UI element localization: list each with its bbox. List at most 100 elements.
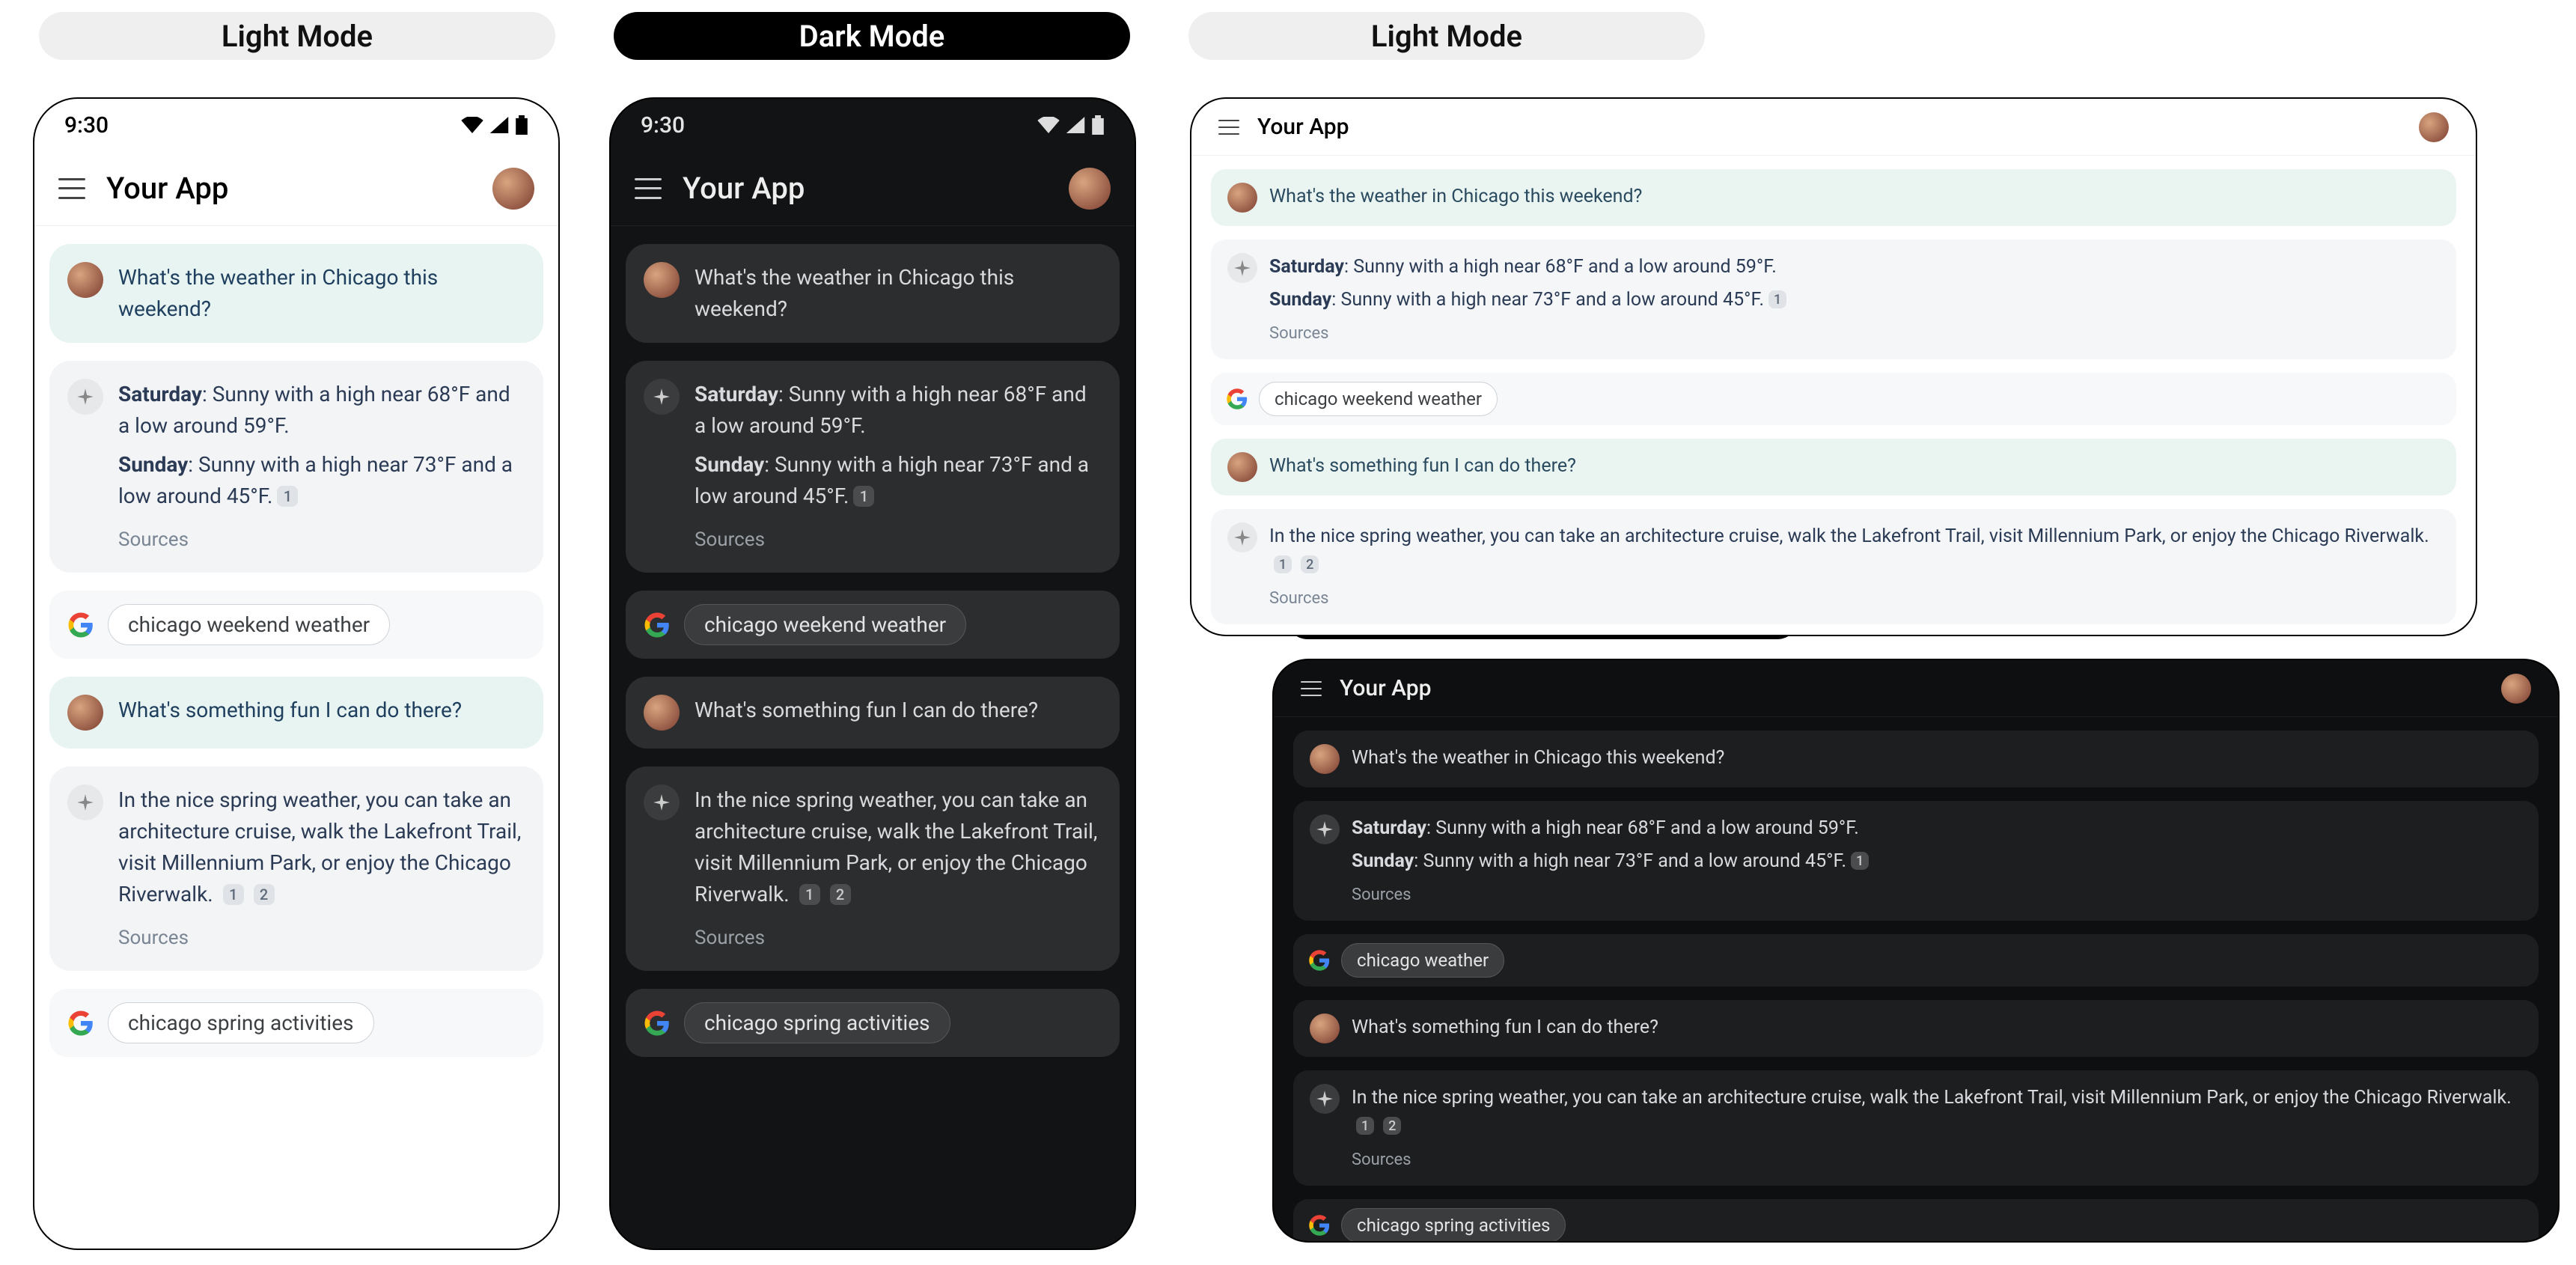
google-logo-icon	[67, 1010, 94, 1037]
google-logo-icon	[1308, 949, 1331, 972]
sources-link[interactable]: Sources	[118, 525, 525, 555]
user-message-text: What's something fun I can do there?	[1269, 452, 2440, 481]
search-chip[interactable]: chicago weekend weather	[1259, 382, 1498, 416]
spark-icon	[1310, 1084, 1340, 1114]
google-logo-icon	[644, 1010, 671, 1037]
sources-link[interactable]: Sources	[695, 924, 1102, 953]
citation-badge[interactable]: 1	[1851, 852, 1869, 870]
menu-icon[interactable]	[635, 178, 662, 199]
app-bar: Your App	[34, 151, 558, 226]
app-title: Your App	[683, 171, 1048, 206]
app-bar: Your App	[611, 151, 1135, 226]
cell-signal-icon	[1066, 117, 1085, 133]
search-chip-row: chicago spring activities	[1293, 1199, 2539, 1243]
user-message-text: What's the weather in Chicago this weeke…	[695, 262, 1102, 325]
citation-badge[interactable]: 1	[277, 486, 298, 507]
sources-link[interactable]: Sources	[1269, 321, 2440, 346]
user-avatar	[67, 695, 103, 731]
search-chip-row: chicago weekend weather	[626, 591, 1120, 659]
assistant-message-text: In the nice spring weather, you can take…	[118, 784, 525, 953]
profile-avatar[interactable]	[492, 168, 534, 210]
search-chip-row: chicago weekend weather	[1211, 373, 2456, 425]
search-chip-row: chicago spring activities	[49, 989, 543, 1057]
sources-link[interactable]: Sources	[695, 525, 1102, 555]
google-logo-icon	[1308, 1214, 1331, 1237]
battery-icon	[1091, 115, 1105, 135]
google-logo-icon	[1226, 388, 1248, 410]
app-title: Your App	[106, 171, 471, 206]
citation-badge[interactable]: 1	[223, 884, 244, 905]
spark-icon	[67, 784, 103, 820]
sources-link[interactable]: Sources	[118, 924, 525, 953]
sources-link[interactable]: Sources	[1352, 1147, 2522, 1172]
user-avatar	[644, 695, 680, 731]
citation-badge[interactable]: 1	[853, 486, 874, 507]
assistant-message-text: Saturday: Sunny with a high near 68°F an…	[1352, 814, 2522, 907]
menu-icon[interactable]	[1301, 681, 1322, 696]
search-chip[interactable]: chicago weekend weather	[108, 604, 390, 645]
citation-badge[interactable]: 1	[1274, 555, 1292, 573]
user-message: What's something fun I can do there?	[626, 677, 1120, 749]
assistant-message: In the nice spring weather, you can take…	[1293, 1070, 2539, 1186]
sources-link[interactable]: Sources	[1352, 883, 2522, 907]
assistant-message: In the nice spring weather, you can take…	[626, 766, 1120, 971]
search-chip-row: chicago spring activities	[626, 989, 1120, 1057]
app-bar: Your App	[1191, 99, 2476, 156]
menu-icon[interactable]	[1218, 120, 1239, 135]
mode-label-light-2: Light Mode	[1188, 12, 1705, 60]
sources-link[interactable]: Sources	[1269, 586, 2440, 611]
citation-badge[interactable]: 1	[1768, 290, 1786, 308]
user-message: What's the weather in Chicago this weeke…	[1293, 731, 2539, 787]
assistant-message-text: Saturday: Sunny with a high near 68°F an…	[118, 379, 525, 555]
assistant-message: Saturday: Sunny with a high near 68°F an…	[1211, 240, 2456, 359]
mode-label-light-1: Light Mode	[39, 12, 555, 60]
user-message: What's the weather in Chicago this weeke…	[49, 244, 543, 343]
user-avatar	[1227, 183, 1257, 213]
assistant-message-text: In the nice spring weather, you can take…	[1269, 522, 2440, 611]
wifi-icon	[461, 117, 483, 133]
spark-icon	[1227, 253, 1257, 283]
user-message: What's the weather in Chicago this weeke…	[1211, 169, 2456, 226]
chat-area: What's the weather in Chicago this weeke…	[34, 226, 558, 1075]
user-message-text: What's something fun I can do there?	[118, 695, 525, 726]
assistant-message-text: In the nice spring weather, you can take…	[1352, 1084, 2522, 1172]
search-chip[interactable]: chicago weather	[1341, 943, 1504, 978]
citation-badge[interactable]: 2	[254, 884, 275, 905]
user-message-text: What's the weather in Chicago this weeke…	[1352, 744, 2522, 772]
user-avatar	[1227, 452, 1257, 482]
citation-badge[interactable]: 1	[1356, 1117, 1374, 1135]
chat-area: What's the weather in Chicago this weeke…	[1191, 156, 2476, 636]
search-chip[interactable]: chicago spring activities	[684, 1002, 950, 1043]
phone-dark-frame: 9:30 Your App What's the weather in Chic…	[609, 97, 1136, 1250]
chat-area: What's the weather in Chicago this weeke…	[611, 226, 1135, 1075]
status-time: 9:30	[641, 112, 685, 138]
phone-light-frame: 9:30 Your App What's the weather in Chic…	[33, 97, 560, 1250]
user-avatar	[1310, 744, 1340, 774]
assistant-message: Saturday: Sunny with a high near 68°F an…	[1293, 801, 2539, 921]
profile-avatar[interactable]	[1069, 168, 1111, 210]
spark-icon	[644, 379, 680, 415]
citation-badge[interactable]: 2	[1301, 555, 1319, 573]
profile-avatar[interactable]	[2501, 674, 2531, 704]
assistant-message-text: In the nice spring weather, you can take…	[695, 784, 1102, 953]
search-chip[interactable]: chicago weekend weather	[684, 604, 966, 645]
user-avatar	[1310, 1013, 1340, 1043]
google-logo-icon	[67, 612, 94, 638]
profile-avatar[interactable]	[2419, 112, 2449, 142]
tablet-light-frame: Your App What's the weather in Chicago t…	[1190, 97, 2477, 636]
search-chip-row: chicago weather	[1293, 934, 2539, 987]
citation-badge[interactable]: 1	[799, 884, 820, 905]
citation-badge[interactable]: 2	[1383, 1117, 1401, 1135]
user-message-text: What's something fun I can do there?	[1352, 1013, 2522, 1042]
citation-badge[interactable]: 2	[830, 884, 851, 905]
menu-icon[interactable]	[58, 178, 85, 199]
app-bar: Your App	[1274, 660, 2558, 717]
assistant-message: Saturday: Sunny with a high near 68°F an…	[49, 361, 543, 573]
app-title: Your App	[1340, 675, 2483, 701]
search-chip-row: chicago weekend weather	[49, 591, 543, 659]
status-icons	[461, 115, 528, 135]
spark-icon	[1227, 522, 1257, 552]
search-chip[interactable]: chicago spring activities	[1341, 1208, 1566, 1243]
mode-label-dark-1: Dark Mode	[614, 12, 1130, 60]
search-chip[interactable]: chicago spring activities	[108, 1002, 374, 1043]
